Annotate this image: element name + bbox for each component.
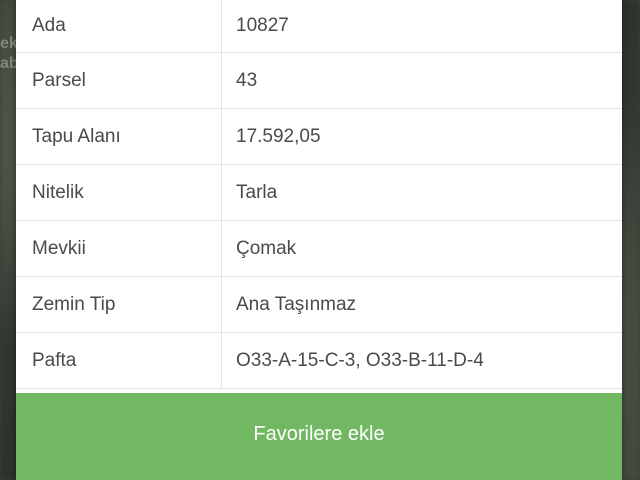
table-row-ada: Ada 10827 bbox=[16, 0, 622, 53]
parcel-info-table: Ada 10827 Parsel 43 Tapu Alanı 17.592,05… bbox=[16, 0, 622, 389]
row-value-zemin-tip: Ana Taşınmaz bbox=[236, 293, 357, 315]
table-row-parsel: Parsel 43 bbox=[16, 53, 622, 109]
row-label-mevkii: Mevkii bbox=[16, 221, 222, 276]
row-value-parsel: 43 bbox=[236, 69, 258, 91]
add-to-favorites-button[interactable]: Favorilere ekle bbox=[16, 393, 622, 480]
row-label-ada: Ada bbox=[16, 0, 222, 52]
row-value-mevkii: Çomak bbox=[236, 237, 297, 259]
row-value-nitelik: Tarla bbox=[236, 181, 278, 203]
row-label-zemin-tip: Zemin Tip bbox=[16, 277, 222, 332]
row-label-parsel: Parsel bbox=[16, 53, 222, 108]
row-label-pafta: Pafta bbox=[16, 333, 222, 388]
row-label-nitelik: Nitelik bbox=[16, 165, 222, 220]
row-value-ada: 10827 bbox=[236, 15, 289, 36]
table-row-mevkii: Mevkii Çomak bbox=[16, 221, 622, 277]
table-row-zemin-tip: Zemin Tip Ana Taşınmaz bbox=[16, 277, 622, 333]
row-label-tapu-alani: Tapu Alanı bbox=[16, 109, 222, 164]
table-row-tapu-alani: Tapu Alanı 17.592,05 bbox=[16, 109, 622, 165]
row-value-pafta: O33-A-15-C-3, O33-B-11-D-4 bbox=[236, 349, 484, 371]
row-value-tapu-alani: 17.592,05 bbox=[236, 125, 321, 147]
table-row-nitelik: Nitelik Tarla bbox=[16, 165, 622, 221]
table-row-pafta: Pafta O33-A-15-C-3, O33-B-11-D-4 bbox=[16, 333, 622, 389]
parcel-info-panel: Ada 10827 Parsel 43 Tapu Alanı 17.592,05… bbox=[16, 0, 622, 480]
